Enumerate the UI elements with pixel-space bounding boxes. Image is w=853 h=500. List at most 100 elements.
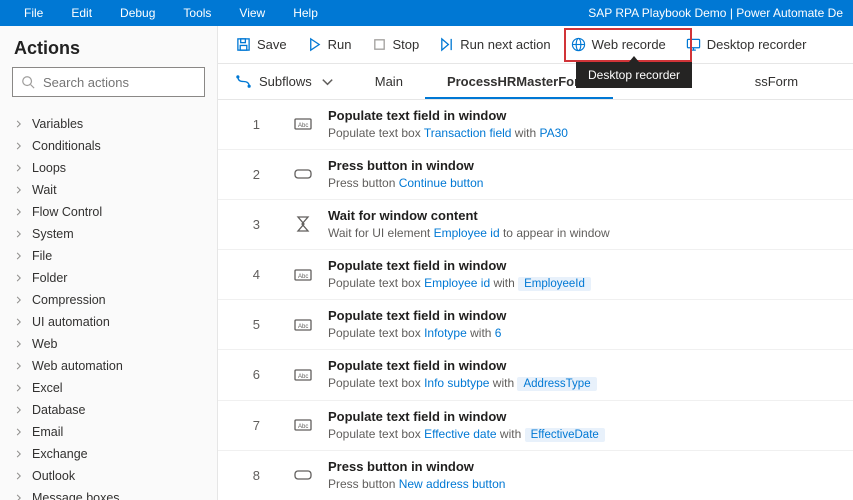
textbox-icon: Abc bbox=[292, 264, 314, 286]
run-next-label: Run next action bbox=[460, 37, 550, 52]
desktop-recorder-button[interactable]: Desktop recorder bbox=[676, 32, 817, 57]
subflows-icon bbox=[236, 74, 251, 89]
step-number: 7 bbox=[218, 418, 288, 433]
category-variables[interactable]: Variables bbox=[0, 113, 217, 135]
subflows-label: Subflows bbox=[259, 74, 312, 89]
step-row[interactable]: 3Wait for window contentWait for UI elem… bbox=[218, 200, 853, 250]
category-label: Database bbox=[32, 403, 86, 417]
web-recorder-label: Web recorde bbox=[592, 37, 666, 52]
category-system[interactable]: System bbox=[0, 223, 217, 245]
step-row[interactable]: 2Press button in windowPress button Cont… bbox=[218, 150, 853, 200]
step-title: Wait for window content bbox=[328, 207, 610, 225]
step-row[interactable]: 5AbcPopulate text field in windowPopulat… bbox=[218, 300, 853, 350]
tab-processhrmasterform[interactable]: ProcessHRMasterForm bbox=[425, 64, 613, 99]
step-text: Press button in windowPress button Conti… bbox=[328, 157, 483, 192]
menu-item-file[interactable]: File bbox=[10, 6, 57, 20]
step-text: Populate text field in windowPopulate te… bbox=[328, 357, 597, 392]
run-button[interactable]: Run bbox=[297, 32, 362, 57]
save-label: Save bbox=[257, 37, 287, 52]
category-label: Excel bbox=[32, 381, 63, 395]
category-web[interactable]: Web bbox=[0, 333, 217, 355]
category-message-boxes[interactable]: Message boxes bbox=[0, 487, 217, 500]
search-input[interactable] bbox=[43, 75, 219, 90]
stop-icon bbox=[372, 37, 387, 52]
category-label: UI automation bbox=[32, 315, 110, 329]
step-title: Populate text field in window bbox=[328, 257, 591, 275]
step-row[interactable]: 6AbcPopulate text field in windowPopulat… bbox=[218, 350, 853, 400]
category-wait[interactable]: Wait bbox=[0, 179, 217, 201]
category-label: Web bbox=[32, 337, 57, 351]
category-label: Compression bbox=[32, 293, 106, 307]
steps-pane[interactable]: 1AbcPopulate text field in windowPopulat… bbox=[218, 100, 853, 500]
menubar: FileEditDebugToolsViewHelp SAP RPA Playb… bbox=[0, 0, 853, 26]
actions-pane: Actions Variables Conditionals LoopsWait Fl… bbox=[0, 26, 218, 500]
category-label: Email bbox=[32, 425, 63, 439]
category-loops[interactable]: Loops bbox=[0, 157, 217, 179]
category-outlook[interactable]: Outlook bbox=[0, 465, 217, 487]
actions-categories: Variables Conditionals LoopsWait Flow Contr… bbox=[0, 107, 217, 500]
step-title: Press button in window bbox=[328, 157, 483, 175]
step-row[interactable]: 7AbcPopulate text field in windowPopulat… bbox=[218, 401, 853, 451]
svg-text:Abc: Abc bbox=[298, 324, 308, 330]
wait-icon bbox=[292, 213, 314, 235]
step-title: Populate text field in window bbox=[328, 357, 597, 375]
category-label: Message boxes bbox=[32, 491, 120, 500]
step-description: Press button New address button bbox=[328, 476, 505, 493]
search-icon bbox=[21, 75, 35, 89]
category-file[interactable]: File bbox=[0, 245, 217, 267]
menu-item-edit[interactable]: Edit bbox=[57, 6, 106, 20]
toolbar: Save Run Stop Run next action Web record… bbox=[218, 26, 853, 64]
step-description: Populate text box Effective date with Ef… bbox=[328, 426, 605, 443]
web-recorder-button[interactable]: Web recorde bbox=[561, 32, 676, 57]
category-database[interactable]: Database bbox=[0, 399, 217, 421]
subflows-button[interactable]: Subflows bbox=[218, 64, 353, 99]
step-row[interactable]: 4AbcPopulate text field in windowPopulat… bbox=[218, 250, 853, 300]
menu-item-tools[interactable]: Tools bbox=[169, 6, 225, 20]
tab-ssform[interactable]: ssForm bbox=[733, 64, 820, 99]
step-description: Wait for UI element Employee id to appea… bbox=[328, 225, 610, 242]
step-text: Populate text field in windowPopulate te… bbox=[328, 257, 591, 292]
step-description: Populate text box Transaction field with… bbox=[328, 125, 568, 142]
category-email[interactable]: Email bbox=[0, 421, 217, 443]
textbox-icon: Abc bbox=[292, 414, 314, 436]
textbox-icon: Abc bbox=[292, 314, 314, 336]
step-text: Wait for window contentWait for UI eleme… bbox=[328, 207, 610, 242]
save-button[interactable]: Save bbox=[226, 32, 297, 57]
step-title: Populate text field in window bbox=[328, 107, 568, 125]
category-label: Exchange bbox=[32, 447, 88, 461]
category-label: Flow Control bbox=[32, 205, 102, 219]
svg-text:Abc: Abc bbox=[298, 374, 308, 380]
category-excel[interactable]: Excel bbox=[0, 377, 217, 399]
step-description: Populate text box Info subtype with Addr… bbox=[328, 375, 597, 392]
press-icon bbox=[292, 163, 314, 185]
stop-button[interactable]: Stop bbox=[362, 32, 430, 57]
menu-item-view[interactable]: View bbox=[225, 6, 279, 20]
category-conditionals[interactable]: Conditionals bbox=[0, 135, 217, 157]
category-flow-control[interactable]: Flow Control bbox=[0, 201, 217, 223]
menu-item-help[interactable]: Help bbox=[279, 6, 332, 20]
step-row[interactable]: 8Press button in windowPress button New … bbox=[218, 451, 853, 500]
search-input-wrap[interactable] bbox=[12, 67, 205, 97]
run-label: Run bbox=[328, 37, 352, 52]
stop-label: Stop bbox=[393, 37, 420, 52]
actions-heading: Actions bbox=[0, 26, 217, 67]
step-row[interactable]: 1AbcPopulate text field in windowPopulat… bbox=[218, 100, 853, 150]
step-description: Populate text box Employee id with Emplo… bbox=[328, 275, 591, 292]
category-exchange[interactable]: Exchange bbox=[0, 443, 217, 465]
category-web-automation[interactable]: Web automation bbox=[0, 355, 217, 377]
step-text: Populate text field in windowPopulate te… bbox=[328, 307, 506, 342]
step-icon bbox=[439, 37, 454, 52]
monitor-icon bbox=[686, 37, 701, 52]
step-number: 1 bbox=[218, 117, 288, 132]
category-label: Conditionals bbox=[32, 139, 101, 153]
category-compression[interactable]: Compression bbox=[0, 289, 217, 311]
category-ui-automation[interactable]: UI automation bbox=[0, 311, 217, 333]
tabs-row: Subflows MainProcessHRMasterFormssFormDe… bbox=[218, 64, 853, 100]
step-description: Press button Continue button bbox=[328, 175, 483, 192]
category-folder[interactable]: Folder bbox=[0, 267, 217, 289]
run-next-button[interactable]: Run next action bbox=[429, 32, 560, 57]
tab-main[interactable]: Main bbox=[353, 64, 425, 99]
step-text: Press button in windowPress button New a… bbox=[328, 458, 505, 493]
menu-item-debug[interactable]: Debug bbox=[106, 6, 169, 20]
editor-pane: Save Run Stop Run next action Web record… bbox=[218, 26, 853, 500]
